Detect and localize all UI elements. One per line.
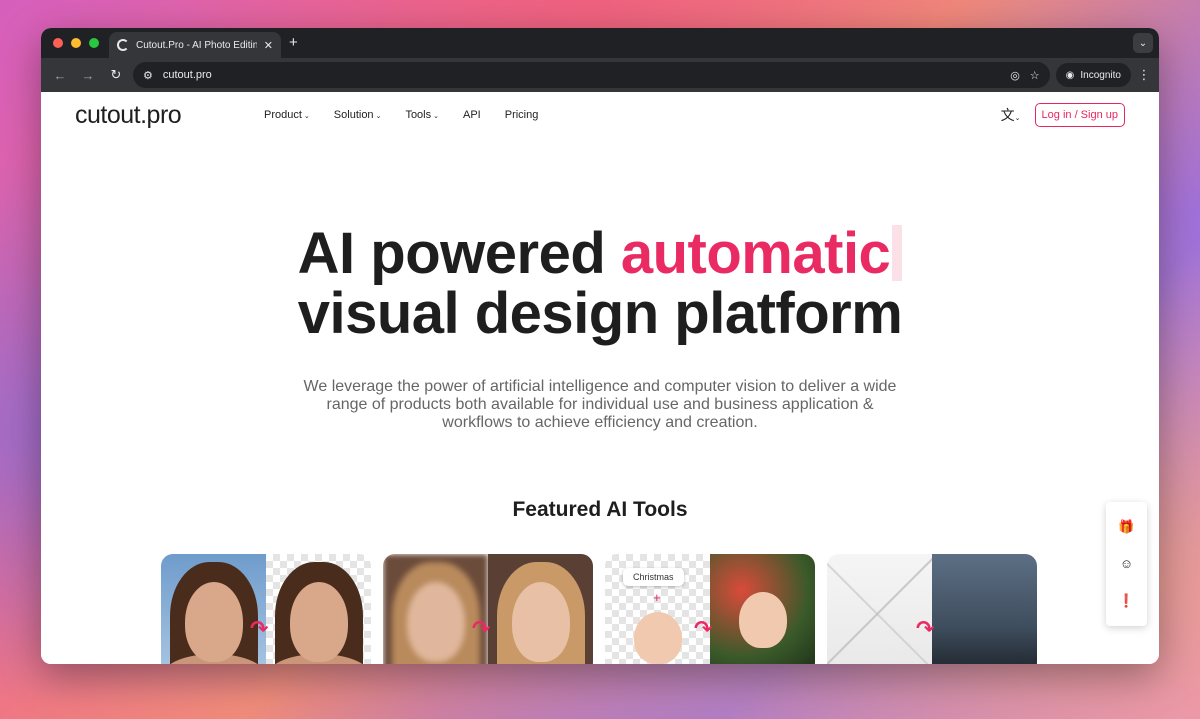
tool-card-background-remover[interactable]: ↷	[161, 554, 371, 664]
nav-tools[interactable]: Tools ⌄	[405, 109, 439, 121]
tool-card-christmas-background[interactable]: Christmas + ↷	[605, 554, 815, 664]
typing-cursor	[892, 225, 903, 281]
url-text[interactable]: cutout.pro	[163, 69, 1000, 81]
tool-card-ai-interior-design[interactable]: ↷	[827, 554, 1037, 664]
hero-subtitle: We leverage the power of artificial inte…	[303, 378, 897, 431]
translate-icon: 文	[1000, 107, 1015, 123]
header-actions: 文⌄ Log in / Sign up	[1001, 103, 1125, 127]
site-settings-icon[interactable]: ⚙	[143, 69, 153, 82]
incognito-label: Incognito	[1080, 69, 1121, 81]
christmas-label: Christmas	[623, 568, 684, 586]
feedback-icon[interactable]: ❗	[1118, 593, 1134, 609]
language-selector[interactable]: 文⌄	[1001, 105, 1021, 125]
arrow-right-icon: ↷	[916, 616, 935, 641]
tool-card-photo-enhancer[interactable]: ↷	[383, 554, 593, 664]
tab-search-chevron-icon[interactable]: ⌄	[1133, 33, 1153, 53]
before-image	[383, 554, 488, 664]
reload-icon[interactable]: ↻	[105, 67, 127, 83]
after-image	[266, 554, 371, 664]
back-arrow-icon[interactable]: ←	[49, 68, 71, 83]
address-bar[interactable]: ⚙ cutout.pro ◎ ☆	[133, 62, 1050, 88]
chevron-down-icon: ⌄	[303, 113, 310, 120]
arrow-right-icon: ↷	[472, 616, 491, 641]
main-nav: Product ⌄ Solution ⌄ Tools ⌄ API Pricing	[264, 109, 538, 121]
new-tab-button[interactable]: +	[289, 34, 298, 51]
before-image: Christmas +	[605, 554, 710, 664]
plus-icon: +	[653, 590, 661, 605]
maximize-window-button[interactable]	[89, 38, 99, 48]
featured-tools-cards: ↷ ↷ Christmas + ↷ ↷	[161, 554, 1037, 664]
incognito-icon: ◉	[1065, 69, 1075, 81]
site-header: cutout.pro Product ⌄ Solution ⌄ Tools ⌄ API…	[41, 92, 1159, 138]
cutout-favicon-icon	[117, 39, 129, 51]
forward-arrow-icon[interactable]: →	[77, 68, 99, 83]
active-tab[interactable]: Cutout.Pro - AI Photo Editing ✕	[109, 32, 281, 58]
window-controls	[53, 38, 99, 48]
minimize-window-button[interactable]	[71, 38, 81, 48]
close-window-button[interactable]	[53, 38, 63, 48]
nav-product[interactable]: Product ⌄	[264, 109, 310, 121]
browser-window: Cutout.Pro - AI Photo Editing ✕ + ⌄ ← → …	[41, 28, 1159, 664]
after-image	[488, 554, 593, 664]
arrow-right-icon: ↷	[694, 616, 713, 641]
tab-bar: Cutout.Pro - AI Photo Editing ✕ + ⌄	[41, 28, 1159, 58]
incognito-badge[interactable]: ◉ Incognito	[1055, 63, 1131, 87]
browser-menu-icon[interactable]: ⋮	[1137, 67, 1151, 83]
support-agent-icon[interactable]: ☺	[1120, 556, 1133, 571]
nav-pricing[interactable]: Pricing	[505, 109, 539, 121]
eye-slash-icon[interactable]: ◎	[1010, 69, 1020, 82]
before-image	[827, 554, 932, 664]
arrow-right-icon: ↷	[250, 616, 269, 641]
featured-heading: Featured AI Tools	[512, 498, 688, 521]
nav-api[interactable]: API	[463, 109, 481, 121]
nav-solution[interactable]: Solution ⌄	[334, 109, 382, 121]
web-page: cutout.pro Product ⌄ Solution ⌄ Tools ⌄ API…	[41, 92, 1159, 664]
floating-side-toolbar: 🎁 ☺ ❗	[1106, 502, 1147, 626]
bookmark-star-icon[interactable]: ☆	[1030, 69, 1040, 82]
site-logo[interactable]: cutout.pro	[75, 101, 264, 130]
login-signup-button[interactable]: Log in / Sign up	[1034, 103, 1125, 127]
chevron-down-icon: ⌄	[433, 113, 439, 120]
tab-close-icon[interactable]: ✕	[264, 39, 273, 52]
before-image	[161, 554, 266, 664]
tab-title: Cutout.Pro - AI Photo Editing	[136, 39, 257, 51]
chevron-down-icon: ⌄	[375, 113, 382, 120]
after-image	[932, 554, 1037, 664]
after-image	[710, 554, 815, 664]
gift-icon[interactable]: 🎁	[1118, 519, 1134, 535]
hero-title: AI powered automatic visual design platf…	[297, 221, 903, 346]
hero-title-accent: automatic	[620, 221, 891, 286]
browser-toolbar: ← → ↻ ⚙ cutout.pro ◎ ☆ ◉ Incognito ⋮	[41, 58, 1159, 92]
chevron-down-icon: ⌄	[1014, 115, 1021, 122]
